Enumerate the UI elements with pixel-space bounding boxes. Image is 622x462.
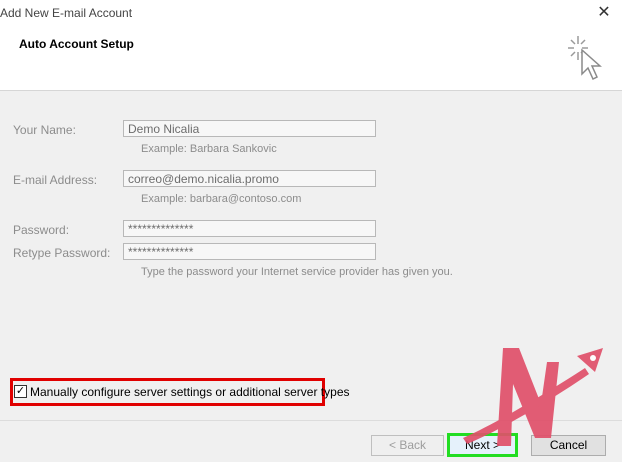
password-label: Password: bbox=[13, 223, 70, 237]
email-example: Example: barbara@contoso.com bbox=[141, 193, 302, 205]
next-button[interactable]: Next > bbox=[447, 433, 518, 457]
cancel-button[interactable]: Cancel bbox=[531, 435, 606, 456]
page-title: Auto Account Setup bbox=[19, 37, 134, 51]
title-bar: Add New E-mail Account ✕ bbox=[0, 0, 622, 26]
password-field[interactable] bbox=[123, 220, 376, 237]
footer-separator bbox=[0, 420, 622, 421]
cursor-sparkle-icon bbox=[568, 36, 602, 81]
name-label: Your Name: bbox=[13, 123, 76, 137]
next-button-label: Next > bbox=[464, 438, 500, 452]
header-separator bbox=[0, 90, 622, 91]
manual-config-label[interactable]: Manually configure server settings or ad… bbox=[30, 385, 350, 399]
name-example: Example: Barbara Sankovic bbox=[141, 143, 277, 155]
header-panel: Auto Account Setup bbox=[0, 26, 622, 90]
name-field[interactable] bbox=[123, 120, 376, 137]
close-icon[interactable]: ✕ bbox=[594, 3, 614, 23]
retype-password-field[interactable] bbox=[123, 243, 376, 260]
retype-password-label: Retype Password: bbox=[13, 246, 111, 260]
password-hint: Type the password your Internet service … bbox=[141, 266, 453, 278]
back-button[interactable]: < Back bbox=[371, 435, 444, 456]
manual-config-checkbox[interactable]: ✓ bbox=[14, 385, 27, 398]
email-field[interactable] bbox=[123, 170, 376, 187]
email-label: E-mail Address: bbox=[13, 173, 98, 187]
window-title: Add New E-mail Account bbox=[0, 6, 133, 20]
